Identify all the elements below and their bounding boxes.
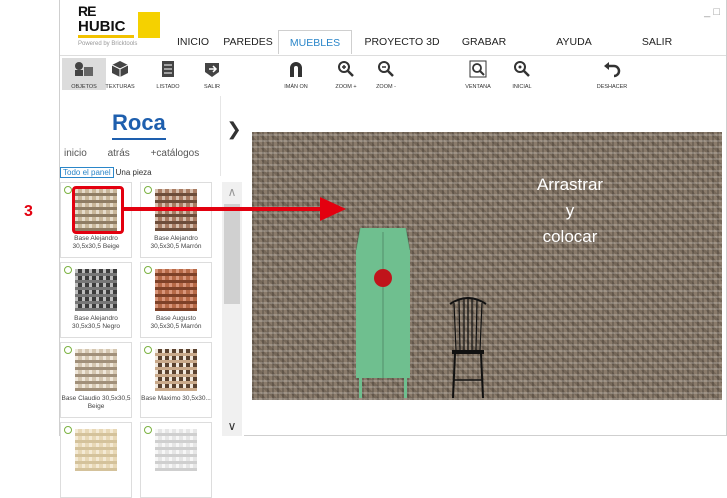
add-indicator-icon[interactable] [64, 266, 72, 274]
product-tile[interactable] [140, 422, 212, 498]
menu-ayuda[interactable]: AYUDA [516, 30, 632, 54]
tool-deshacer-label: DESHACER [596, 84, 628, 90]
toolbar: OBJETOS TEXTURAS LISTADO SALIR IMÁN ON Z… [60, 55, 726, 96]
tile-swatch [75, 349, 117, 391]
magnet-icon [274, 58, 318, 80]
cabinet-model[interactable] [354, 228, 412, 398]
product-tile[interactable]: Base Augusto 30,5x30,5 Marrón [140, 262, 212, 338]
nav-atras[interactable]: atrás [108, 148, 130, 159]
tile-swatch [155, 349, 197, 391]
tool-texturas[interactable]: TEXTURAS [98, 58, 142, 90]
add-indicator-icon[interactable] [144, 346, 152, 354]
drag-arrow-icon [124, 197, 346, 221]
zoom-in-icon [324, 58, 368, 80]
add-indicator-icon[interactable] [64, 346, 72, 354]
drag-text-line2: y [565, 201, 575, 220]
nav-inicio[interactable]: inicio [64, 148, 87, 159]
tool-listado[interactable]: LISTADO [146, 58, 190, 90]
product-tile[interactable] [60, 422, 132, 498]
tool-inicial-label: INICIAL [512, 84, 532, 90]
menu-paredes[interactable]: PAREDES [218, 30, 278, 54]
chevron-down-icon[interactable]: ∨ [222, 416, 242, 436]
tool-listado-label: LISTADO [156, 84, 180, 90]
highlight-box [72, 186, 124, 234]
tile-swatch [75, 429, 117, 471]
logo-tagline: Powered by Bricktools [78, 41, 138, 47]
product-tile[interactable]: Base Claudio 30,5x30,5 Beige [60, 342, 132, 418]
tool-ventana[interactable]: VENTANA [456, 58, 500, 90]
tab-una-pieza[interactable]: Una pieza [114, 168, 154, 177]
menu-inicio[interactable]: INICIO [168, 30, 218, 54]
brand-logo[interactable]: Roca [112, 110, 166, 140]
tool-iman[interactable]: IMÁN ON [274, 58, 318, 90]
zoom-window-icon [456, 58, 500, 80]
undo-icon [590, 58, 634, 80]
exit-icon [190, 58, 234, 80]
tool-deshacer[interactable]: DESHACER [590, 58, 634, 90]
window-controls[interactable]: _ □ [704, 6, 720, 18]
tile-caption: Base Maximo 30,5x30... [141, 395, 211, 402]
tile-caption: Base Alejandro 30,5x30,5 Marrón [150, 235, 202, 250]
step-number: 3 [24, 203, 33, 220]
tool-inicial[interactable]: INICIAL [500, 58, 544, 90]
app-logo: RE HUBIC Powered by Bricktools [78, 4, 160, 48]
tile-caption: Base Augusto 30,5x30,5 Marrón [150, 315, 202, 330]
cube-icon [98, 58, 142, 80]
catalog-nav: inicio atrás +catálogos [64, 148, 217, 159]
tool-zoom-in-label: ZOOM + [335, 84, 357, 90]
tile-caption: Base Alejandro 30,5x30,5 Negro [71, 315, 121, 330]
zoom-out-icon [364, 58, 408, 80]
logo-line2: HUBIC [78, 19, 134, 38]
add-indicator-icon[interactable] [144, 266, 152, 274]
drag-instruction: Arrastrar y colocar [470, 172, 670, 250]
tile-swatch [155, 429, 197, 471]
chair-model[interactable] [446, 294, 490, 400]
product-tile[interactable]: Base Maximo 30,5x30... [140, 342, 212, 418]
tool-salir-label: SALIR [204, 84, 220, 90]
tool-iman-label: IMÁN ON [284, 84, 308, 90]
tool-salir[interactable]: SALIR [190, 58, 234, 90]
tab-todo-el-panel[interactable]: Todo el panel [60, 167, 114, 178]
drag-text-line3: colocar [542, 227, 598, 246]
tile-caption: Base Claudio 30,5x30,5 Beige [61, 395, 131, 410]
tile-caption: Base Alejandro 30,5x30,5 Beige [72, 235, 120, 250]
main-menu: INICIO PAREDES MUEBLES PROYECTO 3D GRABA… [168, 30, 682, 54]
catalog-tabs: Todo el panel Una pieza [60, 167, 220, 180]
top-bar: RE HUBIC Powered by Bricktools INICIO PA… [60, 0, 726, 55]
zoom-initial-icon [500, 58, 544, 80]
menu-salir[interactable]: SALIR [632, 30, 682, 54]
list-icon [146, 58, 190, 80]
tool-zoom-out-label: ZOOM - [376, 84, 396, 90]
tile-swatch [75, 269, 117, 311]
tool-zoom-in[interactable]: ZOOM + [324, 58, 368, 90]
logo-yellow-block [138, 12, 160, 38]
tile-swatch [155, 269, 197, 311]
add-indicator-icon[interactable] [144, 186, 152, 194]
chevron-right-icon[interactable]: ❯ [224, 98, 244, 160]
tool-texturas-label: TEXTURAS [105, 84, 135, 90]
add-indicator-icon[interactable] [64, 426, 72, 434]
menu-muebles[interactable]: MUEBLES [278, 30, 352, 54]
add-indicator-icon[interactable] [144, 426, 152, 434]
menu-grabar[interactable]: GRABAR [452, 30, 516, 54]
tool-zoom-out[interactable]: ZOOM - [364, 58, 408, 90]
drag-text-line1: Arrastrar [536, 175, 604, 194]
add-indicator-icon[interactable] [64, 186, 72, 194]
tool-ventana-label: VENTANA [465, 84, 491, 90]
nav-mas-catalogos[interactable]: +catálogos [151, 148, 200, 159]
product-tile[interactable]: Base Alejandro 30,5x30,5 Negro [60, 262, 132, 338]
catalog-panel: Roca inicio atrás +catálogos ❯ Todo el p… [60, 96, 244, 498]
menu-proyecto-3d[interactable]: PROYECTO 3D [352, 30, 452, 54]
brand-header: Roca inicio atrás +catálogos [60, 96, 221, 176]
